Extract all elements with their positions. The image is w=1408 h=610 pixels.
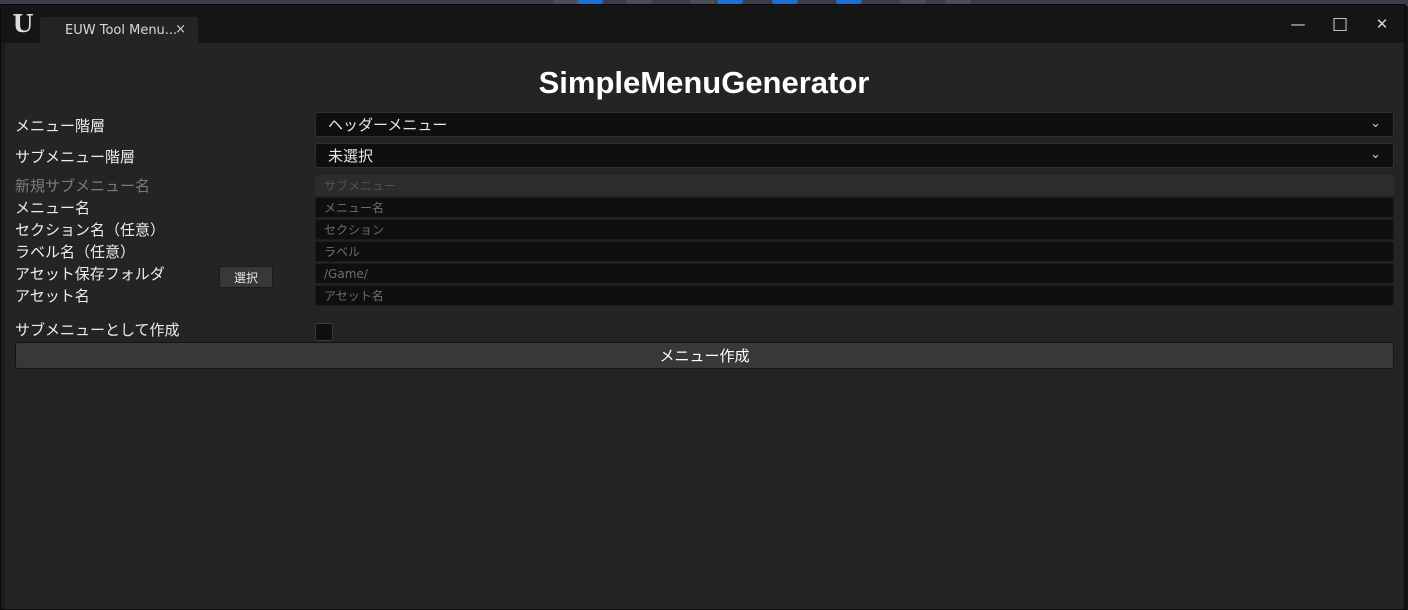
tab-title: EUW Tool Menu... bbox=[65, 22, 178, 38]
unreal-logo-icon: U bbox=[12, 8, 34, 38]
asset-name-label: アセット名 bbox=[15, 287, 90, 305]
page-title: SimpleMenuGenerator bbox=[538, 65, 870, 100]
menu-name-label: メニュー名 bbox=[15, 199, 91, 217]
chevron-down-icon: ⌄ bbox=[1370, 116, 1381, 131]
menu-name-input[interactable] bbox=[315, 197, 1394, 218]
submenu-level-label: サブメニュー階層 bbox=[15, 148, 136, 166]
create-as-submenu-label: サブメニューとして作成 bbox=[15, 321, 180, 339]
menu-level-label: メニュー階層 bbox=[15, 117, 106, 135]
tab-close-icon[interactable]: × bbox=[175, 22, 186, 37]
title-bar[interactable]: U EUW Tool Menu... × — □ ✕ bbox=[1, 5, 1405, 43]
tool-window: U EUW Tool Menu... × — □ ✕ SimpleMenuGen… bbox=[0, 4, 1406, 610]
asset-name-input[interactable] bbox=[315, 285, 1394, 306]
widget-content: SimpleMenuGenerator メニュー階層 ヘッダーメニュー ⌄ サブ… bbox=[5, 43, 1403, 609]
asset-folder-label: アセット保存フォルダ bbox=[15, 265, 165, 283]
new-submenu-name-label: 新規サブメニュー名 bbox=[15, 177, 151, 195]
section-name-label: セクション名（任意） bbox=[15, 221, 166, 239]
new-submenu-name-input bbox=[315, 175, 1394, 196]
create-as-submenu-checkbox[interactable] bbox=[315, 323, 333, 341]
select-folder-button[interactable]: 選択 bbox=[219, 266, 273, 288]
chevron-down-icon: ⌄ bbox=[1370, 147, 1381, 162]
create-menu-button[interactable]: メニュー作成 bbox=[15, 342, 1394, 369]
tab-euw-tool-menu[interactable]: EUW Tool Menu... × bbox=[40, 17, 198, 43]
label-name-label: ラベル名（任意） bbox=[15, 243, 136, 261]
section-name-input[interactable] bbox=[315, 219, 1394, 240]
close-button[interactable]: ✕ bbox=[1367, 11, 1397, 37]
menu-level-value: ヘッダーメニュー bbox=[328, 116, 448, 134]
label-name-input[interactable] bbox=[315, 241, 1394, 262]
submenu-level-value: 未選択 bbox=[328, 147, 374, 165]
minimize-button[interactable]: — bbox=[1283, 11, 1313, 37]
menu-level-dropdown[interactable]: ヘッダーメニュー ⌄ bbox=[315, 112, 1394, 137]
maximize-button[interactable]: □ bbox=[1325, 11, 1355, 37]
submenu-level-dropdown[interactable]: 未選択 ⌄ bbox=[315, 143, 1394, 168]
asset-folder-input[interactable] bbox=[315, 263, 1394, 284]
